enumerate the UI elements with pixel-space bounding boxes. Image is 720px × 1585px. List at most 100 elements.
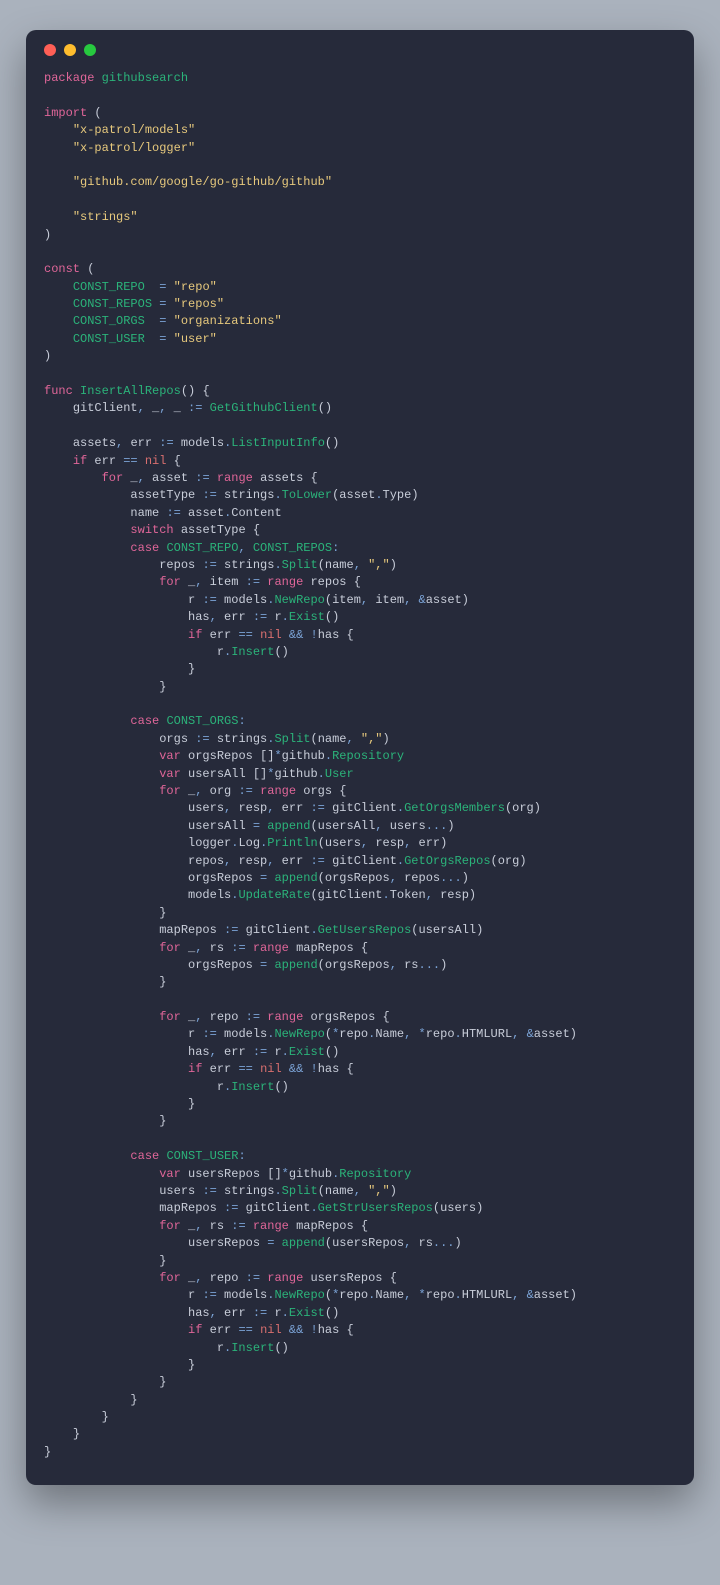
- identifier: r: [188, 1027, 195, 1041]
- const-ref: CONST_REPO: [166, 541, 238, 555]
- nil-literal: nil: [260, 1323, 282, 1337]
- identifier: HTMLURL: [462, 1288, 512, 1302]
- const-name: CONST_ORGS: [73, 314, 145, 328]
- identifier: repos: [188, 854, 224, 868]
- call: append: [274, 958, 317, 972]
- identifier: err: [94, 454, 116, 468]
- call: append: [282, 1236, 325, 1250]
- identifier: r: [274, 610, 281, 624]
- identifier: Name: [375, 1027, 404, 1041]
- identifier: usersAll: [418, 923, 476, 937]
- page-background: package githubsearch import ( "x-patrol/…: [0, 0, 720, 1585]
- identifier: repos: [404, 871, 440, 885]
- identifier: item: [375, 593, 404, 607]
- identifier: r: [274, 1045, 281, 1059]
- identifier: org: [498, 854, 520, 868]
- keyword-if: if: [188, 1062, 202, 1076]
- package-name: githubsearch: [102, 71, 188, 85]
- zoom-icon[interactable]: [84, 44, 96, 56]
- identifier: err: [224, 1045, 246, 1059]
- identifier: strings: [217, 732, 267, 746]
- call: NewRepo: [274, 1288, 324, 1302]
- type-ref: User: [325, 767, 354, 781]
- string-literal: ",": [368, 558, 390, 572]
- call: UpdateRate: [238, 888, 310, 902]
- identifier: asset: [339, 488, 375, 502]
- identifier: Type: [383, 488, 412, 502]
- identifier: gitClient: [318, 888, 383, 902]
- string-literal: ",": [361, 732, 383, 746]
- keyword-var: var: [159, 749, 181, 763]
- import-path: "x-patrol/models": [73, 123, 195, 137]
- call: append: [267, 819, 310, 833]
- identifier: users: [325, 836, 361, 850]
- identifier: err: [224, 1306, 246, 1320]
- identifier: strings: [224, 488, 274, 502]
- call: Exist: [289, 610, 325, 624]
- call: NewRepo: [274, 593, 324, 607]
- identifier: HTMLURL: [462, 1027, 512, 1041]
- identifier: repo: [339, 1027, 368, 1041]
- identifier: usersRepos: [310, 1271, 382, 1285]
- keyword-range: range: [260, 784, 296, 798]
- identifier: name: [325, 1184, 354, 1198]
- close-icon[interactable]: [44, 44, 56, 56]
- call: GetGithubClient: [210, 401, 318, 415]
- identifier: org: [512, 801, 534, 815]
- minimize-icon[interactable]: [64, 44, 76, 56]
- identifier: models: [224, 1027, 267, 1041]
- identifier: r: [188, 1288, 195, 1302]
- identifier: gitClient: [73, 401, 138, 415]
- code-window: package githubsearch import ( "x-patrol/…: [26, 30, 694, 1485]
- identifier: users: [159, 1184, 195, 1198]
- identifier: repos: [310, 575, 346, 589]
- call: GetStrUsersRepos: [318, 1201, 433, 1215]
- identifier: gitClient: [246, 923, 311, 937]
- keyword-for: for: [159, 575, 181, 589]
- type-ref: Repository: [332, 749, 404, 763]
- identifier: repo: [339, 1288, 368, 1302]
- identifier: asset: [152, 471, 188, 485]
- identifier: strings: [224, 1184, 274, 1198]
- identifier: assetType: [181, 523, 246, 537]
- identifier: has: [188, 1306, 210, 1320]
- identifier: repo: [210, 1271, 239, 1285]
- identifier: repo: [426, 1027, 455, 1041]
- identifier: org: [210, 784, 232, 798]
- call: Split: [282, 1184, 318, 1198]
- call: Println: [267, 836, 317, 850]
- const-name: CONST_USER: [73, 332, 145, 346]
- identifier: usersAll: [188, 819, 246, 833]
- identifier: repo: [210, 1010, 239, 1024]
- identifier: r: [217, 1080, 224, 1094]
- identifier: gitClient: [246, 1201, 311, 1215]
- identifier: mapRepos: [296, 941, 354, 955]
- keyword-range: range: [267, 1271, 303, 1285]
- identifier: usersRepos: [332, 1236, 404, 1250]
- keyword-for: for: [159, 1219, 181, 1233]
- keyword-var: var: [159, 767, 181, 781]
- keyword-switch: switch: [130, 523, 173, 537]
- identifier: mapRepos: [296, 1219, 354, 1233]
- const-name: CONST_REPOS: [73, 297, 152, 311]
- identifier: models: [224, 1288, 267, 1302]
- keyword-for: for: [102, 471, 124, 485]
- keyword-for: for: [159, 1010, 181, 1024]
- call: Exist: [289, 1306, 325, 1320]
- call: Exist: [289, 1045, 325, 1059]
- identifier: github: [282, 749, 325, 763]
- keyword-case: case: [130, 1149, 159, 1163]
- identifier: users: [390, 819, 426, 833]
- keyword-if: if: [188, 1323, 202, 1337]
- keyword-import: import: [44, 106, 87, 120]
- string-literal: "user": [174, 332, 217, 346]
- call: GetOrgsRepos: [404, 854, 490, 868]
- identifier: err: [210, 628, 232, 642]
- keyword-range: range: [253, 941, 289, 955]
- keyword-case: case: [130, 541, 159, 555]
- identifier: has: [188, 610, 210, 624]
- string-literal: "repos": [174, 297, 224, 311]
- keyword-func: func: [44, 384, 73, 398]
- identifier: models: [224, 593, 267, 607]
- identifier: name: [130, 506, 159, 520]
